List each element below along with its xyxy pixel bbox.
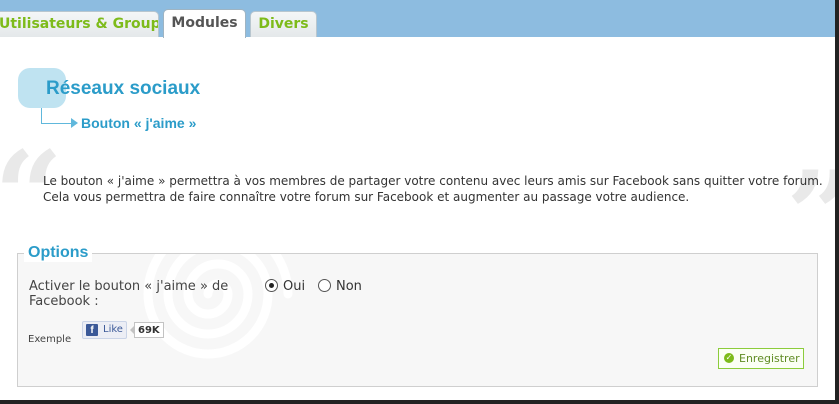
- description-line: Le bouton « j'aime » permettra à vos mem…: [43, 174, 823, 188]
- spiral-watermark-icon: [143, 254, 293, 359]
- tab-divers[interactable]: Divers: [250, 11, 317, 37]
- facebook-like-button[interactable]: f Like: [82, 321, 127, 339]
- options-fieldset: Activer le bouton « j'aime » de Facebook…: [17, 253, 818, 387]
- arrow-right-icon: [71, 118, 78, 128]
- options-legend: Options: [24, 244, 93, 262]
- tab-bar: Utilisateurs & Groupes Modules Divers: [0, 0, 835, 38]
- save-button[interactable]: ✓ Enregistrer: [718, 348, 804, 369]
- facebook-like-label: Like: [103, 324, 123, 335]
- radio-unchecked-icon: [318, 279, 331, 292]
- radio-checked-icon: [265, 279, 278, 292]
- connector-line: [41, 108, 72, 124]
- example-label: Exemple: [28, 334, 72, 345]
- facebook-icon: f: [86, 324, 98, 336]
- tab-label: Divers: [258, 16, 309, 32]
- checkmark-icon: ✓: [724, 353, 734, 363]
- radio-label: Non: [336, 279, 362, 294]
- tab-label: Utilisateurs & Groupes: [0, 16, 159, 32]
- field-label-enable-like: Activer le bouton « j'aime » de Facebook…: [29, 279, 229, 309]
- radio-non[interactable]: Non: [318, 279, 362, 294]
- tab-utilisateurs-groupes[interactable]: Utilisateurs & Groupes: [0, 11, 159, 37]
- radio-label: Oui: [283, 279, 306, 294]
- tab-modules[interactable]: Modules: [163, 9, 246, 38]
- page-subtitle: Bouton « j'aime »: [81, 115, 197, 131]
- tab-label: Modules: [171, 15, 238, 31]
- save-label: Enregistrer: [739, 352, 800, 365]
- facebook-like-count: 69K: [130, 322, 164, 338]
- radio-oui[interactable]: Oui: [265, 279, 305, 294]
- description-line: Cela vous permettra de faire connaître v…: [43, 190, 690, 204]
- description: Le bouton « j'aime » permettra à vos mem…: [43, 173, 823, 205]
- page-title: Réseaux sociaux: [46, 78, 201, 99]
